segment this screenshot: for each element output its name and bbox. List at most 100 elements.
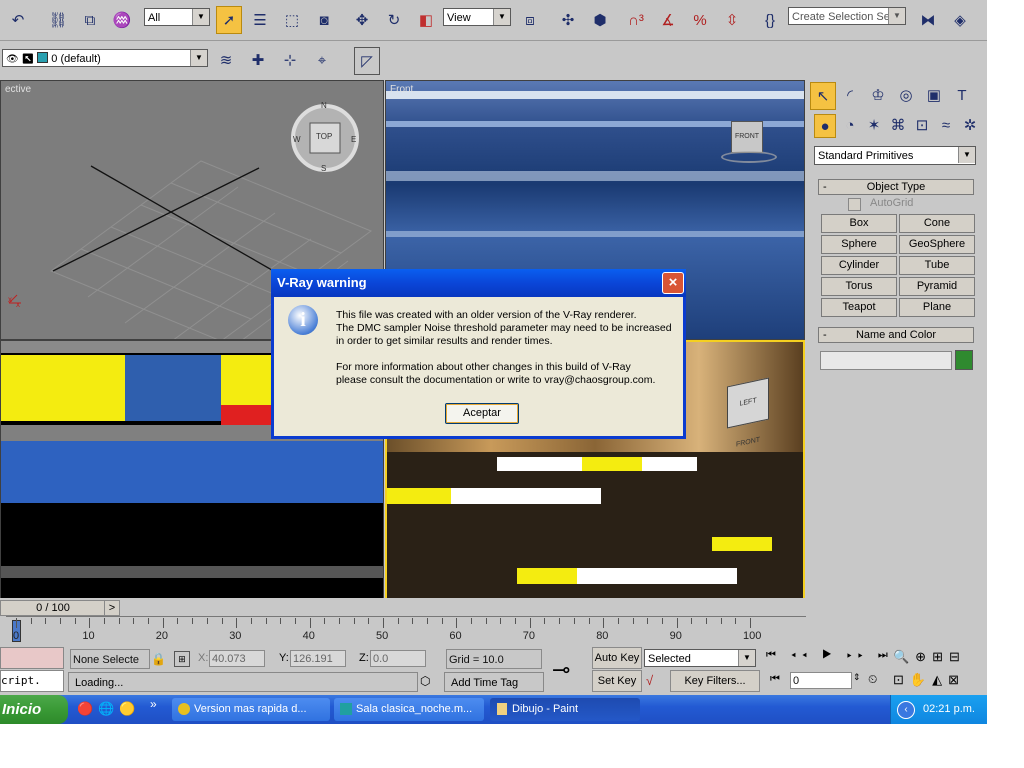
auto-key-button[interactable]: Auto Key	[592, 647, 642, 669]
add-to-layer-icon[interactable]: ⊹	[278, 47, 302, 73]
rollout-object-type[interactable]: - Object Type	[818, 179, 974, 195]
key-mode-toggle-icon[interactable]: ⏮	[770, 673, 780, 686]
sphere-button[interactable]: Sphere	[821, 235, 897, 254]
layer-select[interactable]: 👁 ↖ 0 (default) ▼	[2, 49, 208, 67]
select-link-icon[interactable]: ⛓	[46, 7, 70, 33]
key-mode-select[interactable]: Selected ▼	[644, 649, 756, 667]
create-layer-icon[interactable]: ✚	[246, 47, 270, 73]
angle-snap-icon[interactable]: ∡	[656, 7, 680, 33]
scale-icon[interactable]: ◧	[414, 7, 438, 33]
undo-icon[interactable]: ↶	[6, 7, 30, 33]
set-key-button[interactable]: Set Key	[592, 670, 642, 692]
systems-icon[interactable]: ✲	[960, 114, 980, 136]
object-name-input[interactable]	[820, 351, 952, 370]
add-time-tag[interactable]: Add Time Tag	[444, 672, 544, 692]
lights-icon[interactable]: ✶	[864, 114, 884, 136]
rectangular-region-icon[interactable]: ⬚	[280, 7, 304, 33]
mirror-icon[interactable]: ⧓	[916, 7, 940, 33]
tube-button[interactable]: Tube	[899, 256, 975, 275]
display-tab-icon[interactable]: ▣	[922, 82, 946, 108]
lock-selection-icon[interactable]: 🔒	[151, 652, 166, 666]
dialog-title-bar[interactable]: V-Ray warning ×	[271, 269, 686, 297]
taskbar-item-paint[interactable]: Dibujo - Paint	[490, 698, 640, 721]
viewport-label-front[interactable]: Front	[390, 84, 413, 95]
cameras-icon[interactable]: ⌘	[888, 114, 908, 136]
bind-spacewarp-icon[interactable]: ♒	[110, 7, 134, 33]
rotate-icon[interactable]: ↻	[382, 7, 406, 33]
edit-named-selection-icon[interactable]: {}	[758, 7, 782, 33]
select-highlight-icon[interactable]: ◸	[354, 47, 380, 75]
plane-button[interactable]: Plane	[899, 298, 975, 317]
utilities-tab-icon[interactable]: T	[950, 82, 974, 108]
z-coordinate-field[interactable]: 0.0	[370, 650, 426, 667]
select-layer-icon[interactable]: ⌖	[310, 47, 334, 73]
rollout-name-and-color[interactable]: - Name and Color	[818, 327, 974, 343]
playback-controls[interactable]: ⏮ ◂◂ ▶ ▸▸ ⏭	[766, 649, 894, 662]
viewcube-front[interactable]: FRONT	[731, 121, 763, 153]
select-by-name-icon[interactable]: ☰	[248, 7, 272, 33]
snaps-toggle-icon[interactable]: ∩³	[624, 7, 648, 33]
taskbar-item-browser[interactable]: Version mas rapida d...	[172, 698, 330, 721]
current-frame-field[interactable]: 0	[790, 672, 852, 689]
frame-spinner-icon[interactable]: ⇕	[853, 672, 861, 683]
quick-launch-icons[interactable]: 🔴🌐🟡	[77, 701, 141, 717]
x-coordinate-field[interactable]: 40.073	[209, 650, 265, 667]
viewport-navigation-controls-2[interactable]: ⊡✋◭⊠	[893, 672, 965, 688]
select-manipulate-icon[interactable]: ✣	[556, 7, 580, 33]
y-coordinate-field[interactable]: 126.191	[290, 650, 346, 667]
time-slider-next[interactable]: >	[104, 600, 120, 616]
taskbar-item-3dsmax[interactable]: Sala clasica_noche.m...	[334, 698, 484, 721]
maxscript-listener-mini[interactable]	[0, 647, 64, 669]
geometry-icon[interactable]: ●	[814, 114, 836, 138]
viewport-navigation-controls[interactable]: 🔍⊕⊞⊟	[893, 649, 966, 665]
align-icon[interactable]: ◈	[948, 7, 972, 33]
window-crossing-icon[interactable]: ◙	[312, 7, 336, 33]
time-slider[interactable]: 0 / 100	[0, 600, 106, 616]
aceptar-button[interactable]: Aceptar	[445, 403, 519, 424]
spinner-snap-icon[interactable]: ⇳	[720, 7, 744, 33]
object-category-select[interactable]: Standard Primitives ▼	[814, 146, 976, 165]
viewport-label-perspective[interactable]: ective	[5, 84, 31, 95]
key-filters-button[interactable]: Key Filters...	[670, 670, 760, 692]
layer-manager-icon[interactable]: ≋	[214, 47, 238, 73]
y-label: Y:	[279, 652, 289, 664]
keyboard-shortcut-override-icon[interactable]: ⬢	[588, 7, 612, 33]
start-button[interactable]: Inicio	[0, 695, 68, 724]
pivot-center-icon[interactable]: ⧈	[518, 7, 542, 33]
object-color-swatch[interactable]	[955, 350, 973, 370]
time-configuration-icon[interactable]: ⏲	[868, 672, 877, 687]
autogrid-checkbox[interactable]	[848, 198, 861, 211]
absolute-mode-icon[interactable]: ⊞	[174, 651, 190, 667]
box-button[interactable]: Box	[821, 214, 897, 233]
set-key-icon[interactable]: ⊸	[552, 657, 570, 683]
maxscript-input[interactable]: cript.	[0, 670, 64, 692]
shapes-icon[interactable]: ◔	[840, 114, 860, 136]
torus-button[interactable]: Torus	[821, 277, 897, 296]
create-tab-icon[interactable]: ↖	[810, 82, 836, 110]
quick-launch-chevron[interactable]: »	[150, 697, 157, 711]
geosphere-button[interactable]: GeoSphere	[899, 235, 975, 254]
selection-filter-select[interactable]: All ▼	[144, 8, 210, 26]
hierarchy-tab-icon[interactable]: ♔	[866, 82, 890, 108]
default-tangents-icon[interactable]: √	[646, 673, 653, 688]
select-object-icon[interactable]: ➚	[216, 6, 242, 34]
pyramid-button[interactable]: Pyramid	[899, 277, 975, 296]
track-bar[interactable]	[6, 616, 806, 625]
helpers-icon[interactable]: ⊡	[912, 114, 932, 136]
spacewarps-icon[interactable]: ≈	[936, 114, 956, 136]
reference-coordinate-select[interactable]: View ▼	[443, 8, 511, 26]
cone-button[interactable]: Cone	[899, 214, 975, 233]
modify-tab-icon[interactable]: ◜	[838, 82, 862, 108]
percent-snap-icon[interactable]: %	[688, 7, 712, 33]
motion-tab-icon[interactable]: ◎	[894, 82, 918, 108]
layers-toolbar: 👁 ↖ 0 (default) ▼ ≋ ✚ ⊹ ⌖ ◸ X Y Z XY XY	[0, 41, 806, 116]
named-selection-set-select[interactable]: Create Selection Set ▼	[788, 7, 906, 25]
teapot-button[interactable]: Teapot	[821, 298, 897, 317]
viewcube-camera[interactable]: LEFT FRONT	[727, 377, 769, 449]
move-icon[interactable]: ✥	[350, 7, 374, 33]
tray-expand-icon[interactable]: ‹	[897, 701, 915, 719]
cylinder-button[interactable]: Cylinder	[821, 256, 897, 275]
track-bar-tick	[735, 618, 737, 624]
unlink-icon[interactable]: ⧉	[78, 7, 102, 33]
dialog-close-button[interactable]: ×	[662, 272, 684, 294]
